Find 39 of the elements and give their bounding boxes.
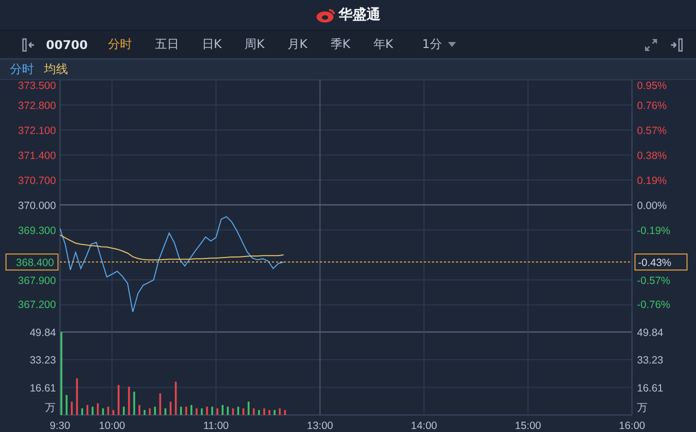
percent-axis-label: -0.19% <box>637 224 670 237</box>
time-axis-label: 9:30 <box>50 420 70 432</box>
volume-axis-label: 16.61 <box>30 382 56 394</box>
volume-axis-label: 49.84 <box>30 327 56 339</box>
time-axis-label: 14:00 <box>410 420 438 432</box>
percent-axis-label: 0.95% <box>637 80 667 92</box>
price-axis-label: 372.100 <box>18 124 56 137</box>
series-legend: 均线 <box>44 61 68 78</box>
percent-axis-label: 0.38% <box>637 150 667 162</box>
volume-axis-label: 16.61 <box>637 382 664 394</box>
price-axis-label: 367.200 <box>18 299 56 311</box>
unit-label: 万 <box>637 402 648 414</box>
percent-axis-label: -0.76% <box>637 299 670 311</box>
price-axis-label: 370.700 <box>18 174 56 187</box>
percent-axis-label: 0.57% <box>637 124 667 137</box>
price-axis-label: 373.500 <box>18 80 56 92</box>
price-axis-label: 369.300 <box>18 224 56 237</box>
percent-axis-label: 0.76% <box>637 100 667 112</box>
time-axis-label: 16:00 <box>618 420 646 432</box>
percent-marker: -0.43% <box>634 254 688 271</box>
stock-code: 00700 <box>46 38 88 52</box>
time-axis-label: 10:00 <box>98 420 126 432</box>
price-axis-label: 371.400 <box>18 150 56 162</box>
brand-name: 华盛通 <box>338 6 380 24</box>
price-axis-label: 370.000 <box>18 200 56 212</box>
volume-axis-label: 49.84 <box>637 327 664 339</box>
time-axis-label: 15:00 <box>514 420 542 432</box>
price-axis-label: 372.800 <box>18 100 56 112</box>
percent-axis-label: 0.00% <box>637 200 667 212</box>
price-marker: 368.400 <box>6 254 58 271</box>
time-axis-label: 11:00 <box>203 420 229 432</box>
time-axis-label: 13:00 <box>306 420 334 432</box>
percent-axis-label: 0.19% <box>637 174 667 187</box>
volume-axis-label: 33.23 <box>637 354 664 367</box>
price-axis-label: 367.900 <box>18 274 56 287</box>
volume-axis-label: 33.23 <box>30 354 56 367</box>
series-legend: 分时 <box>10 61 34 78</box>
unit-label: 万 <box>45 402 56 414</box>
percent-axis-label: -0.57% <box>637 274 670 287</box>
